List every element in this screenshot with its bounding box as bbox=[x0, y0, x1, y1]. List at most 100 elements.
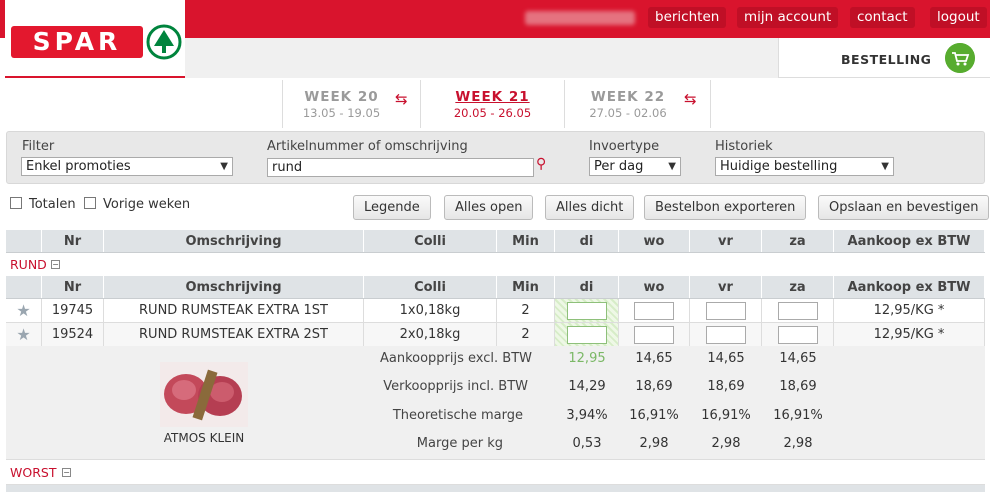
detail-value: 0,53 bbox=[572, 436, 602, 451]
week-tab-21[interactable]: WEEK 21 20.05 - 26.05 bbox=[420, 80, 565, 128]
history-label: Historiek bbox=[715, 139, 773, 154]
col-min: Min bbox=[497, 230, 555, 252]
spar-logo[interactable]: SPAR bbox=[5, 0, 185, 78]
collapse-icon[interactable]: − bbox=[51, 260, 60, 269]
col-aankoop: Aankoop ex BTW bbox=[834, 230, 985, 252]
col-wo: wo bbox=[619, 276, 690, 298]
qty-input-vr[interactable] bbox=[705, 325, 746, 344]
detail-value: 3,94% bbox=[566, 408, 608, 423]
detail-value: 14,65 bbox=[707, 351, 745, 366]
col-di: di bbox=[555, 276, 619, 298]
swap-arrows-icon[interactable]: ⇆ bbox=[684, 90, 697, 108]
search-icon[interactable]: ⚲ bbox=[536, 156, 546, 172]
export-order-button[interactable]: Bestelbon exporteren bbox=[644, 195, 807, 220]
prev-weeks-checkbox[interactable] bbox=[84, 197, 96, 209]
col-nr: Nr bbox=[42, 276, 104, 298]
cell-desc: RUND RUMSTEAK EXTRA 1ST bbox=[104, 299, 364, 322]
col-colli: Colli bbox=[364, 230, 497, 252]
week-dates: 27.05 - 02.06 bbox=[589, 106, 667, 120]
product-image bbox=[160, 362, 248, 427]
product-detail-panel: ATMOS KLEIN Aankoopprijs excl. BTW Verko… bbox=[6, 346, 985, 460]
week-label: WEEK 20 bbox=[304, 89, 379, 105]
category-label: WORST bbox=[10, 465, 57, 480]
history-value: Huidige bestelling bbox=[720, 159, 838, 174]
chevron-down-icon: ▼ bbox=[881, 161, 889, 172]
order-panel[interactable]: BESTELLING bbox=[778, 38, 990, 78]
swap-arrows-icon[interactable]: ⇆ bbox=[395, 90, 408, 108]
expand-all-button[interactable]: Alles open bbox=[444, 195, 534, 220]
qty-input-za[interactable] bbox=[777, 325, 818, 344]
col-aankoop: Aankoop ex BTW bbox=[834, 276, 985, 298]
shopping-cart-icon[interactable] bbox=[945, 43, 975, 73]
week-tab-22[interactable]: WEEK 22 27.05 - 02.06 ⇆ bbox=[566, 80, 711, 128]
cell-min: 2 bbox=[497, 299, 555, 322]
detail-label-marge-kg: Marge per kg bbox=[416, 436, 503, 451]
cell-price: 12,95/KG * bbox=[834, 299, 985, 322]
detail-value: 14,29 bbox=[568, 379, 606, 394]
qty-input-za[interactable] bbox=[777, 301, 818, 320]
cell-nr: 19745 bbox=[42, 299, 104, 322]
detail-value: 14,65 bbox=[779, 351, 817, 366]
input-type-value: Per dag bbox=[594, 159, 644, 174]
detail-value: 18,69 bbox=[707, 379, 745, 394]
filter-select[interactable]: Enkel promoties ▼ bbox=[21, 157, 233, 176]
filter-label: Filter bbox=[22, 139, 55, 154]
nav-logout[interactable]: logout bbox=[930, 7, 987, 28]
category-label: RUND bbox=[10, 257, 47, 272]
qty-input-di[interactable] bbox=[566, 301, 607, 320]
nav-contact[interactable]: contact bbox=[850, 7, 915, 28]
table-row[interactable]: ★ 19524 RUND RUMSTEAK EXTRA 2ST 2x0,18kg… bbox=[6, 323, 985, 347]
week-label: WEEK 21 bbox=[455, 89, 530, 105]
detail-value: 12,95 bbox=[568, 351, 606, 366]
filter-panel: Filter Enkel promoties ▼ Artikelnummer o… bbox=[6, 131, 985, 184]
user-name-redacted bbox=[525, 11, 635, 25]
detail-value: 14,65 bbox=[635, 351, 673, 366]
detail-value: 16,91% bbox=[773, 408, 823, 423]
col-nr: Nr bbox=[42, 230, 104, 252]
detail-value: 2,98 bbox=[639, 436, 669, 451]
qty-input-vr[interactable] bbox=[705, 301, 746, 320]
category-row-worst[interactable]: WORST − bbox=[6, 461, 985, 485]
qty-input-wo[interactable] bbox=[634, 325, 674, 344]
nav-berichten[interactable]: berichten bbox=[648, 7, 727, 28]
logo-text: SPAR bbox=[11, 26, 143, 58]
cell-min: 2 bbox=[497, 323, 555, 346]
save-confirm-button[interactable]: Opslaan en bevestigen bbox=[818, 195, 990, 220]
qty-input-di[interactable] bbox=[566, 325, 607, 344]
history-select[interactable]: Huidige bestelling ▼ bbox=[715, 157, 894, 176]
totals-label: Totalen bbox=[29, 197, 76, 212]
col-za: za bbox=[762, 230, 834, 252]
cell-nr: 19524 bbox=[42, 323, 104, 346]
collapse-icon[interactable]: − bbox=[62, 468, 71, 477]
col-wo: wo bbox=[619, 230, 690, 252]
search-input[interactable]: rund bbox=[267, 158, 534, 177]
week-label: WEEK 22 bbox=[590, 89, 666, 105]
detail-label-verkoop: Verkoopprijs incl. BTW bbox=[383, 379, 528, 394]
cell-price: 12,95/KG * bbox=[834, 323, 985, 346]
legend-button[interactable]: Legende bbox=[353, 195, 431, 220]
col-omschrijving: Omschrijving bbox=[104, 230, 364, 252]
qty-input-wo[interactable] bbox=[634, 301, 674, 320]
table-subheader: Nr Omschrijving Colli Min di wo vr za Aa… bbox=[6, 276, 985, 299]
category-row-rund[interactable]: RUND − bbox=[6, 253, 985, 277]
input-type-select[interactable]: Per dag ▼ bbox=[589, 157, 681, 176]
col-vr: vr bbox=[690, 276, 762, 298]
col-colli: Colli bbox=[364, 276, 497, 298]
col-omschrijving: Omschrijving bbox=[104, 276, 364, 298]
collapse-all-button[interactable]: Alles dicht bbox=[545, 195, 635, 220]
input-type-label: Invoertype bbox=[589, 139, 660, 154]
week-dates: 13.05 - 19.05 bbox=[302, 106, 381, 120]
favorite-star-icon[interactable]: ★ bbox=[16, 301, 30, 320]
nav-mijn-account[interactable]: mijn account bbox=[737, 7, 839, 28]
cell-colli: 1x0,18kg bbox=[364, 299, 497, 322]
table-row[interactable]: ★ 19745 RUND RUMSTEAK EXTRA 1ST 1x0,18kg… bbox=[6, 299, 985, 323]
product-name: ATMOS KLEIN bbox=[163, 431, 245, 445]
order-label: BESTELLING bbox=[841, 52, 932, 67]
week-tab-20[interactable]: WEEK 20 13.05 - 19.05 ⇆ bbox=[282, 80, 420, 128]
favorite-star-icon[interactable]: ★ bbox=[16, 325, 30, 344]
search-value: rund bbox=[272, 160, 303, 175]
totals-checkbox[interactable] bbox=[10, 197, 22, 209]
detail-label-marge: Theoretische marge bbox=[392, 408, 523, 423]
col-za: za bbox=[762, 276, 834, 298]
filter-value: Enkel promoties bbox=[26, 159, 131, 174]
